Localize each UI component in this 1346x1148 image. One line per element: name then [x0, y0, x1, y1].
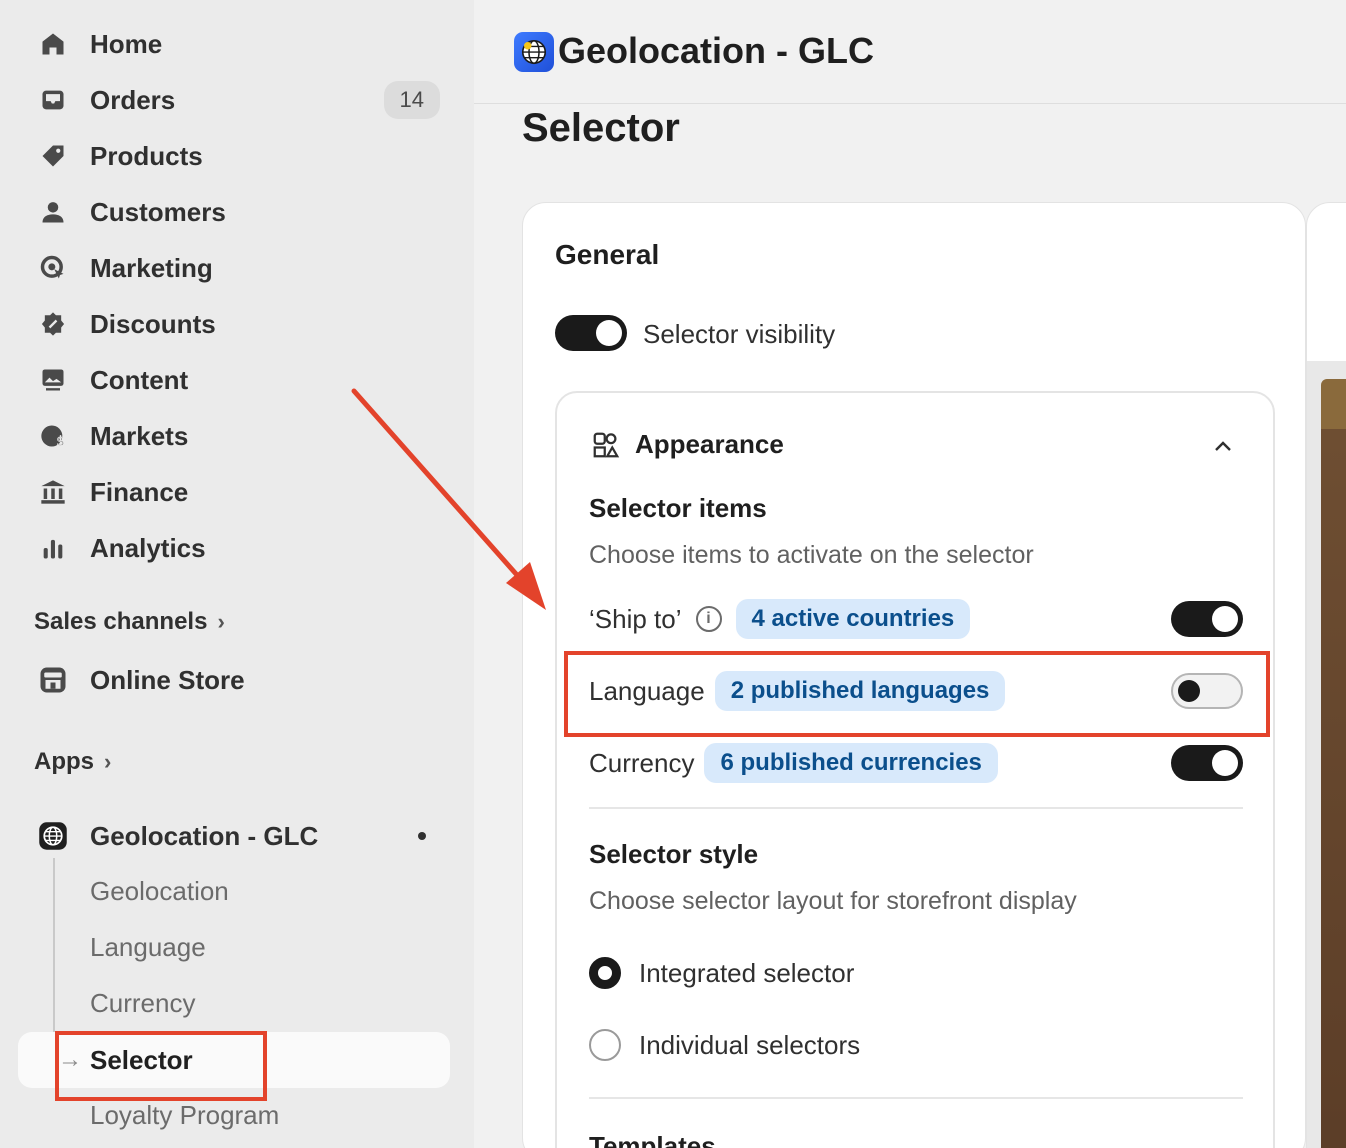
sidebar: Home Orders 14 Products Customers Market…: [0, 0, 474, 1148]
page-title: Selector: [522, 106, 680, 150]
highlight-box-language: [564, 651, 1270, 737]
chevron-right-icon: ›: [217, 609, 225, 634]
preview-panel: [1306, 202, 1346, 1148]
nav-label: Content: [90, 364, 189, 395]
apps-heading[interactable]: Apps ›: [34, 748, 111, 776]
currency-toggle[interactable]: [1171, 745, 1243, 781]
globe-app-icon: [514, 32, 554, 72]
home-icon: [38, 29, 68, 59]
tree-line: [53, 858, 55, 1058]
divider: [589, 1097, 1243, 1099]
chevron-right-icon: ›: [104, 749, 112, 774]
nav-customers[interactable]: Customers: [18, 184, 450, 240]
nav-orders[interactable]: Orders 14: [18, 72, 450, 128]
globe-dollar-icon: $: [38, 421, 68, 451]
ship-to-toggle[interactable]: [1171, 601, 1243, 637]
image-icon: [38, 365, 68, 395]
nav-label: Products: [90, 140, 203, 171]
nav-marketing[interactable]: Marketing: [18, 240, 450, 296]
sub-item-loyalty[interactable]: Loyalty Program: [90, 1100, 279, 1131]
nav-label: Discounts: [90, 308, 216, 339]
nav-label: Geolocation - GLC: [90, 820, 319, 851]
app-title: Geolocation - GLC: [558, 30, 875, 71]
sub-item-language[interactable]: Language: [90, 932, 206, 963]
radio-unchecked[interactable]: [589, 1029, 621, 1061]
app-header: Geolocation - GLC: [474, 0, 1346, 104]
orders-count-badge: 14: [383, 81, 440, 119]
highlight-box-selector: [55, 1031, 267, 1101]
nav-label: Customers: [90, 196, 226, 227]
sales-channels-label: Sales channels: [34, 608, 208, 635]
radio-label: Individual selectors: [639, 1029, 861, 1060]
nav-label: Analytics: [90, 532, 206, 563]
general-title: General: [555, 239, 660, 270]
nav-label: Marketing: [90, 252, 213, 283]
discount-icon: [38, 309, 68, 339]
apps-label: Apps: [34, 748, 94, 775]
nav-label: Online Store: [90, 664, 245, 695]
visibility-label: Selector visibility: [643, 319, 836, 349]
selector-items-desc: Choose items to activate on the selector: [589, 541, 1034, 569]
nav-app-geolocation[interactable]: Geolocation - GLC: [18, 808, 450, 864]
nav-online-store[interactable]: Online Store: [18, 652, 450, 708]
nav-products[interactable]: Products: [18, 128, 450, 184]
currency-label: Currency: [589, 747, 695, 778]
bank-icon: [38, 477, 68, 507]
svg-text:$: $: [57, 434, 65, 449]
currency-pill: 6 published currencies: [704, 743, 998, 783]
selector-style-desc: Choose selector layout for storefront di…: [589, 887, 1077, 915]
divider: [589, 807, 1243, 809]
nav-label: Markets: [90, 420, 189, 451]
radio-label: Integrated selector: [639, 957, 855, 988]
sales-channels-heading[interactable]: Sales channels ›: [34, 608, 225, 636]
nav-label: Orders: [90, 84, 176, 115]
nav-home[interactable]: Home: [18, 16, 450, 72]
bar-chart-icon: [38, 533, 68, 563]
info-icon[interactable]: i: [695, 606, 722, 632]
nav-markets[interactable]: $ Markets: [18, 408, 450, 464]
globe-app-icon: [38, 821, 68, 851]
sub-item-currency[interactable]: Currency: [90, 988, 195, 1019]
ship-to-label: ‘Ship to’: [589, 603, 682, 634]
nav-label: Home: [90, 28, 163, 59]
nav-analytics[interactable]: Analytics: [18, 520, 450, 576]
currency-row: Currency 6 published currencies: [589, 743, 1243, 783]
selector-items-heading: Selector items: [589, 493, 767, 523]
radio-individual[interactable]: Individual selectors: [589, 1029, 860, 1061]
status-dot: [418, 832, 426, 840]
preview-image: [1321, 379, 1346, 1148]
ship-to-row: ‘Ship to’ i 4 active countries: [589, 599, 1243, 639]
templates-heading: Templates: [589, 1131, 716, 1148]
selector-style-heading: Selector style: [589, 839, 759, 869]
nav-content[interactable]: Content: [18, 352, 450, 408]
appearance-title: Appearance: [635, 429, 784, 459]
store-icon: [38, 665, 68, 695]
radio-integrated[interactable]: Integrated selector: [589, 957, 854, 989]
appearance-header[interactable]: Appearance: [591, 429, 784, 460]
ship-to-pill: 4 active countries: [735, 599, 971, 639]
tag-icon: [38, 141, 68, 171]
target-icon: [38, 253, 68, 283]
radio-checked[interactable]: [589, 957, 621, 989]
nav-discounts[interactable]: Discounts: [18, 296, 450, 352]
chevron-up-icon[interactable]: [1213, 433, 1233, 459]
shapes-icon: [593, 432, 620, 457]
appearance-section: Appearance Selector items Choose items t…: [555, 391, 1275, 1148]
person-icon: [38, 197, 68, 227]
nav-label: Finance: [90, 476, 189, 507]
sub-item-geolocation[interactable]: Geolocation: [90, 876, 229, 907]
nav-finance[interactable]: Finance: [18, 464, 450, 520]
inbox-icon: [38, 85, 68, 115]
visibility-toggle[interactable]: [555, 315, 627, 351]
